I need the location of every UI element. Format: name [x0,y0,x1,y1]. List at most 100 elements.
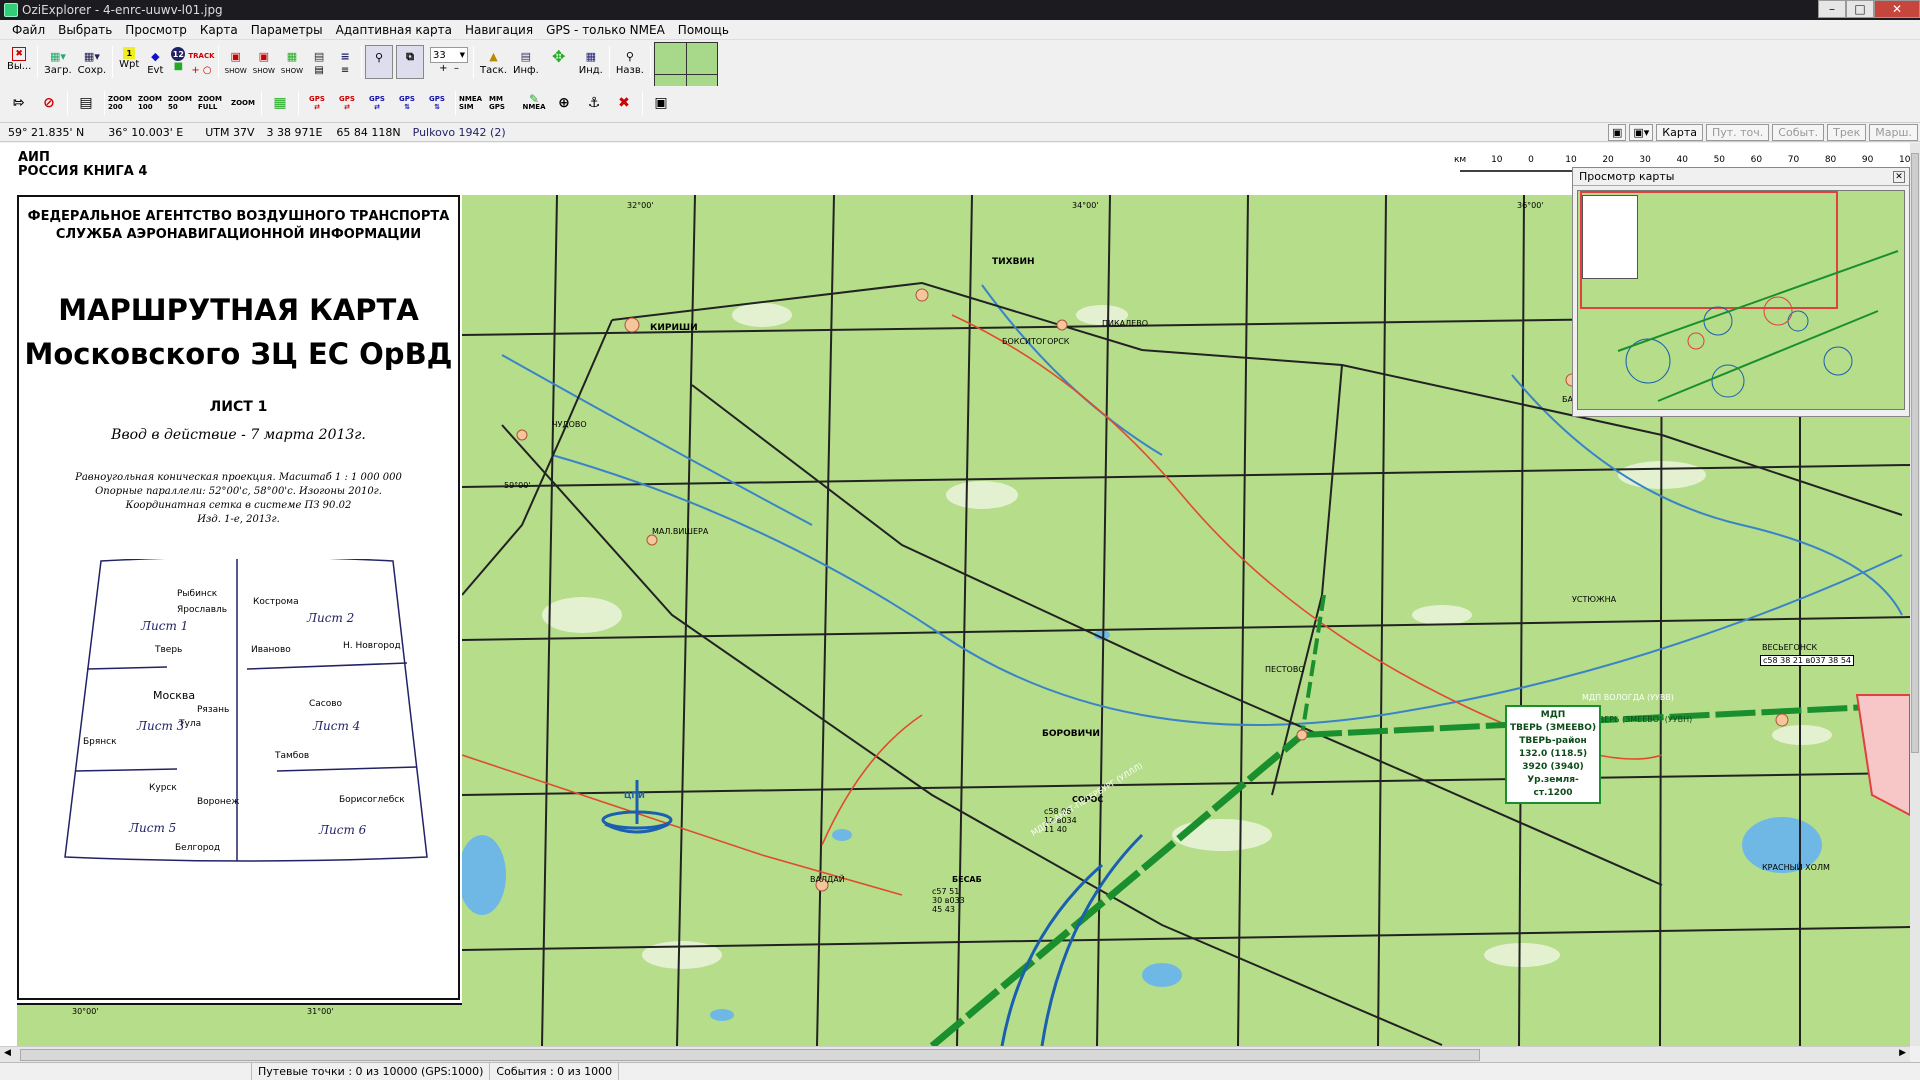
scroll-right-arrow-icon[interactable]: ▶ [1899,1048,1906,1058]
load-button[interactable]: ▦▾ Загр. [41,45,74,79]
route-tool-button[interactable]: ⇰ [4,90,34,116]
gps-settings-button[interactable]: ▦ [265,90,295,116]
exit-button[interactable]: ✖ Вы... [4,45,34,79]
save-dropdown-icon[interactable]: ▣▾ [1629,124,1654,141]
moving-map-gps-button[interactable]: MM GPS [489,90,519,116]
zoom-out-icon[interactable]: – [454,63,459,74]
menu-view[interactable]: Просмотр [125,23,187,37]
minimize-button[interactable]: – [1818,0,1846,18]
chart-title-panel: ФЕДЕРАЛЬНОЕ АГЕНТСТВО ВОЗДУШНОГО ТРАНСПО… [17,195,460,1000]
zoom-tool-button[interactable]: ⚲ [365,45,394,79]
stop-button[interactable]: ✖ [609,90,639,116]
mdp-freq: 132.0 (118.5) [1518,749,1588,759]
city-label-borovichi: БОРОВИЧИ [1042,729,1100,739]
scale-tick-label: 80 [1824,155,1837,165]
horizontal-scroll-thumb[interactable] [20,1049,1480,1061]
horizontal-scrollbar[interactable]: ◀ ▶ [0,1046,1910,1062]
line-icon: ≡ [340,49,350,63]
tab-track[interactable]: Трек [1827,124,1867,141]
scroll-left-arrow-icon[interactable]: ◀ [4,1048,11,1058]
close-button[interactable]: ✕ [1874,0,1920,18]
gps-waypoints-button[interactable]: GPS ⇄ [302,90,332,116]
map-raster-strip[interactable]: 30°00' 31°00' [17,1003,462,1046]
menu-file[interactable]: Файл [12,23,45,37]
move-map-button[interactable]: ✥ [542,45,576,79]
gps-routes-button[interactable]: GPS ⇄ [332,90,362,116]
menu-select[interactable]: Выбрать [58,23,112,37]
window-tool-button[interactable]: ⧉ [396,45,425,79]
route-point-button[interactable]: 12 ■ [168,45,188,79]
save-map-icon[interactable]: ▣ [1607,124,1627,141]
save-button[interactable]: ▦▾ Сохр. [75,45,110,79]
tab-waypoints[interactable]: Пут. точ. [1705,124,1770,141]
projection-line-3: Координатная сетка в системе ПЗ 90.02 [125,500,352,511]
line-button[interactable]: ≡ ≡ [332,45,358,79]
map-overview-window[interactable]: Просмотр карты ✕ [1572,167,1910,417]
tab-events[interactable]: Событ. [1772,124,1825,141]
city-label-tikhvin: ТИХВИН [992,257,1035,267]
app-icon [4,3,18,17]
menu-navigation[interactable]: Навигация [465,23,533,37]
scale-tick-label: 10 [1565,155,1577,165]
tab-map[interactable]: Карта [1656,124,1703,141]
scale-tick-label: 70 [1787,155,1800,165]
index-city: Брянск [83,737,117,747]
scale-tick-label: 30 [1639,155,1651,165]
names-button[interactable]: ⚲ Назв. [613,45,647,79]
track-button[interactable]: TRACK + ○ [188,45,214,79]
menu-help[interactable]: Помощь [678,23,729,37]
tab-route[interactable]: Марш. [1869,124,1918,141]
search-icon: ⚲ [625,49,634,63]
map-list-button[interactable]: ▤ [71,90,101,116]
zoom-50-button[interactable]: ZOOM 50 [168,90,198,116]
indicator-button[interactable]: ▦ Инд. [576,45,606,79]
secondary-toolbar: ⇰ ⊘ ▤ ZOOM 200 ZOOM 100 ZOOM 50 ZOOM FUL… [0,86,1920,120]
index-city: Тамбов [275,751,310,761]
erase-tool-button[interactable]: ⊘ [34,90,64,116]
gps-events-button[interactable]: GPS ⇅ [422,90,452,116]
nmea-sim-button[interactable]: NMEA SIM [459,90,489,116]
zoom-select[interactable]: 33 ▼ + – [428,45,470,79]
event-button[interactable]: ◆ Evt [142,45,168,79]
map-window-button[interactable]: ▣ [646,90,676,116]
show-routes-button[interactable]: ▦ SHOW [278,45,306,79]
zoom-fit-button[interactable]: ZOOM [228,90,258,116]
zoom-200-button[interactable]: ZOOM 200 [108,90,138,116]
toolbar-separator [261,91,262,115]
maximize-button[interactable]: □ [1846,0,1874,18]
close-icon[interactable]: ✕ [1893,171,1905,183]
info-button[interactable]: ▤ Инф. [510,45,542,79]
grid-button[interactable]: ▤ ▤ [306,45,332,79]
menu-map[interactable]: Карта [200,23,238,37]
nmea-button[interactable]: ✎ NMEA [519,90,549,116]
gps-upload-button[interactable]: GPS ⇅ [392,90,422,116]
drag-button[interactable]: ▲ Таск. [477,45,510,79]
gps-tracks-button[interactable]: GPS ⇄ [362,90,392,116]
menu-options[interactable]: Параметры [251,23,323,37]
overview-map[interactable] [1577,190,1905,410]
index-sheet-3: Лист 3 [137,719,185,733]
show-events-button[interactable]: ▣ SHOW [250,45,278,79]
move-arrows-icon: ✥ [552,46,566,66]
track-icon: TRACK [188,52,215,60]
zoom-100-button[interactable]: ZOOM 100 [138,90,168,116]
mdp-ground: Ур.земля-ст.1200 [1527,775,1579,798]
lon-label-32: 32°00' [627,201,654,210]
erase-tool-icon: ⊘ [43,95,55,111]
menu-adaptive-map[interactable]: Адаптивная карта [336,23,452,37]
utm-zone-readout: UTM 37V [205,125,255,139]
zoom-in-icon[interactable]: + [439,63,447,74]
map-view[interactable]: АИП РОССИЯ КНИГА 4 км 10 0 10 20 30 40 50 60 70 80… [0,143,1910,1046]
show-waypoints-button[interactable]: ▣ SHOW [222,45,250,79]
title-bar: OziExplorer - 4-enrc-uuwv-l01.jpg – □ ✕ [0,0,1920,20]
zoom-full-button[interactable]: ZOOM FULL [198,90,228,116]
vertical-scroll-thumb[interactable] [1911,153,1919,753]
event-count: События : 0 из 1000 [490,1063,620,1080]
coord-box: с58 38 21 в037 38 54 [1760,655,1854,666]
waypoint-button[interactable]: 1 Wpt [116,45,142,79]
anchor-button[interactable]: ⚓ [579,90,609,116]
vertical-scrollbar[interactable] [1910,143,1920,1046]
target-button[interactable]: ⊕ [549,90,579,116]
lon-label-30: 30°00' [72,1007,99,1016]
menu-gps-nmea[interactable]: GPS - только NMEA [546,23,665,37]
